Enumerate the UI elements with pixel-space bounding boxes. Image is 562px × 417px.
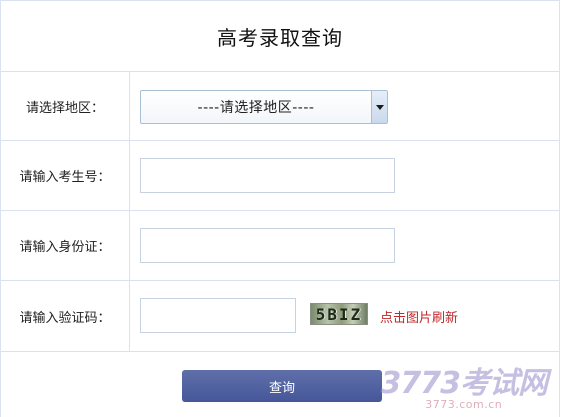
page-title: 高考录取查询: [1, 1, 559, 72]
captcha-label: 请输入验证码：: [1, 281, 130, 351]
captcha-input[interactable]: [140, 298, 296, 333]
row-captcha: 请输入验证码： 5BIZ 点击图片刷新: [1, 281, 559, 352]
id-card-label: 请输入身份证：: [1, 211, 130, 280]
captcha-refresh-link[interactable]: 点击图片刷新: [380, 307, 458, 326]
query-submit-button[interactable]: 查询: [182, 370, 382, 402]
captcha-field-cell: 5BIZ 点击图片刷新: [130, 281, 559, 351]
chevron-down-icon[interactable]: [371, 91, 387, 123]
region-field-cell: ----请选择地区----: [130, 72, 559, 140]
watermark-main: 3773考试网: [380, 366, 548, 401]
captcha-image[interactable]: 5BIZ: [310, 303, 368, 325]
region-select[interactable]: ----请选择地区----: [140, 90, 388, 124]
row-region: 请选择地区： ----请选择地区----: [1, 72, 559, 141]
id-card-field-cell: [130, 211, 559, 280]
watermark-logo: 3773考试网 3773.com.cn: [381, 369, 548, 411]
exam-number-input[interactable]: [140, 158, 395, 193]
id-card-input[interactable]: [140, 228, 395, 263]
row-id-card: 请输入身份证：: [1, 211, 559, 281]
region-label: 请选择地区：: [1, 72, 130, 140]
region-select-value: ----请选择地区----: [197, 100, 315, 116]
row-exam-number: 请输入考生号：: [1, 141, 559, 211]
exam-number-label: 请输入考生号：: [1, 141, 130, 210]
query-form: 高考录取查询 请选择地区： ----请选择地区---- 请输入考生号： 请输入身…: [0, 0, 560, 417]
exam-number-field-cell: [130, 141, 559, 210]
watermark-url: 3773.com.cn: [425, 398, 503, 411]
